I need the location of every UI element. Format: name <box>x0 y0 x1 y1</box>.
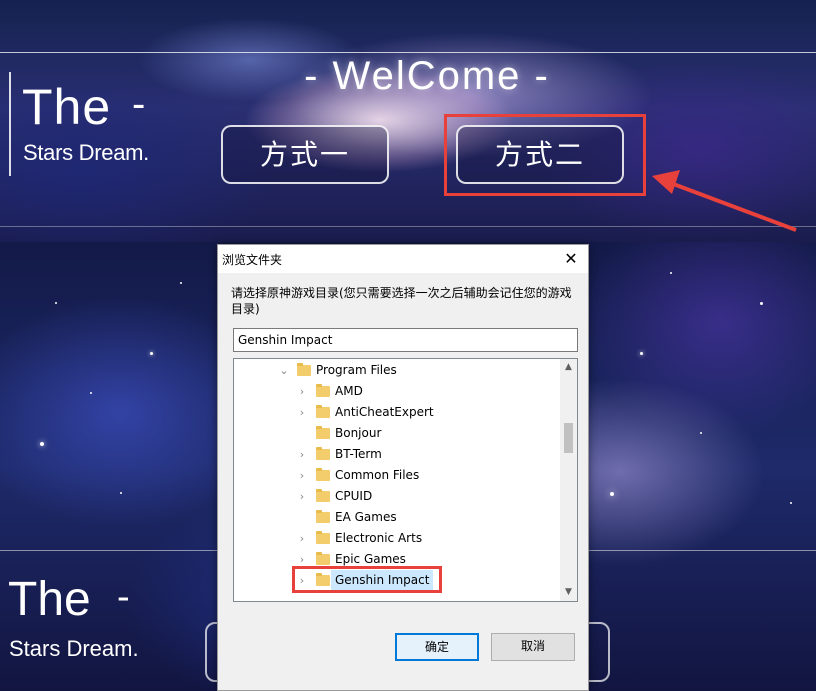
browse-folder-dialog: 浏览文件夹 ✕ 请选择原神游戏目录(您只需要选择一次之后辅助会记住您的游戏目录)… <box>217 244 589 691</box>
folder-name-input[interactable] <box>233 328 578 352</box>
tree-item-label: EA Games <box>335 510 397 524</box>
tree-item-program-files[interactable]: ⌄ Program Files <box>234 360 556 381</box>
star <box>790 502 792 504</box>
brand-bar <box>9 72 11 176</box>
dialog-description: 请选择原神游戏目录(您只需要选择一次之后辅助会记住您的游戏目录) <box>231 286 572 316</box>
selected-item-highlight <box>292 566 442 593</box>
brand-dash: - <box>132 82 146 126</box>
star <box>180 282 182 284</box>
star <box>670 272 672 274</box>
chevron-right-icon[interactable]: › <box>296 486 308 507</box>
folder-icon <box>316 384 330 397</box>
tree-item[interactable]: Bonjour <box>234 423 556 444</box>
folder-icon <box>316 510 330 523</box>
brand-dash: - <box>117 576 130 618</box>
scroll-thumb[interactable] <box>564 423 573 453</box>
chevron-right-icon[interactable]: › <box>296 402 308 423</box>
tree-item-label: Common Files <box>335 468 420 482</box>
brand-title: The <box>8 573 91 626</box>
tree-item[interactable]: › BT-Term <box>234 444 556 465</box>
tree-item-label: AntiCheatExpert <box>335 405 434 419</box>
close-icon[interactable]: ✕ <box>554 245 588 273</box>
tree-scrollbar[interactable]: ▲ ▼ <box>560 359 577 601</box>
tree-item-label: Bonjour <box>335 426 382 440</box>
tree-item-label: Program Files <box>316 363 397 377</box>
tree-item-label: CPUID <box>335 489 373 503</box>
brand-subtitle: Stars Dream. <box>9 636 139 661</box>
star <box>40 442 44 446</box>
chevron-right-icon[interactable]: › <box>296 381 308 402</box>
folder-icon <box>316 447 330 460</box>
dialog-titlebar[interactable]: 浏览文件夹 ✕ <box>218 245 588 273</box>
folder-icon <box>316 405 330 418</box>
chevron-down-icon[interactable]: ⌄ <box>278 360 290 381</box>
welcome-heading: - WelCome - <box>304 54 550 98</box>
star <box>90 392 92 394</box>
tree-item[interactable]: › CPUID <box>234 486 556 507</box>
tree-item[interactable]: › AntiCheatExpert <box>234 402 556 423</box>
mode-two-highlight <box>444 114 646 196</box>
star <box>700 432 702 434</box>
divider-line <box>0 52 816 53</box>
star <box>55 302 57 304</box>
scroll-down-icon[interactable]: ▼ <box>560 584 577 601</box>
star <box>150 352 153 355</box>
star <box>120 492 122 494</box>
tree-item-label: BT-Term <box>335 447 382 461</box>
tree-item[interactable]: › Electronic Arts <box>234 528 556 549</box>
tree-item[interactable]: › AMD <box>234 381 556 402</box>
cancel-button[interactable]: 取消 <box>491 633 575 661</box>
tree-item[interactable]: EA Games <box>234 507 556 528</box>
star <box>640 352 643 355</box>
folder-icon <box>316 468 330 481</box>
folder-icon <box>316 426 330 439</box>
mode-one-button[interactable]: 方式一 <box>221 125 389 184</box>
screenshot: The - Stars Dream. - WelCome - 方式一 方式二 T… <box>0 0 816 691</box>
tree-item-label: Electronic Arts <box>335 531 423 545</box>
star <box>610 492 614 496</box>
scroll-up-icon[interactable]: ▲ <box>560 359 577 376</box>
brand-subtitle: Stars Dream. <box>23 140 149 165</box>
star <box>760 302 763 305</box>
chevron-right-icon[interactable]: › <box>296 444 308 465</box>
folder-icon <box>316 531 330 544</box>
dialog-title: 浏览文件夹 <box>222 253 283 267</box>
chevron-right-icon[interactable]: › <box>296 528 308 549</box>
annotation-arrow-icon <box>652 170 797 232</box>
tree-item[interactable]: › Common Files <box>234 465 556 486</box>
folder-icon <box>297 363 311 376</box>
chevron-right-icon[interactable]: › <box>296 465 308 486</box>
folder-icon <box>316 552 330 565</box>
tree-item-label: AMD <box>335 384 363 398</box>
ok-button[interactable]: 确定 <box>395 633 479 661</box>
folder-icon <box>316 489 330 502</box>
launcher-header: The - Stars Dream. - WelCome - 方式一 方式二 <box>0 0 816 242</box>
brand-title: The <box>22 79 112 135</box>
